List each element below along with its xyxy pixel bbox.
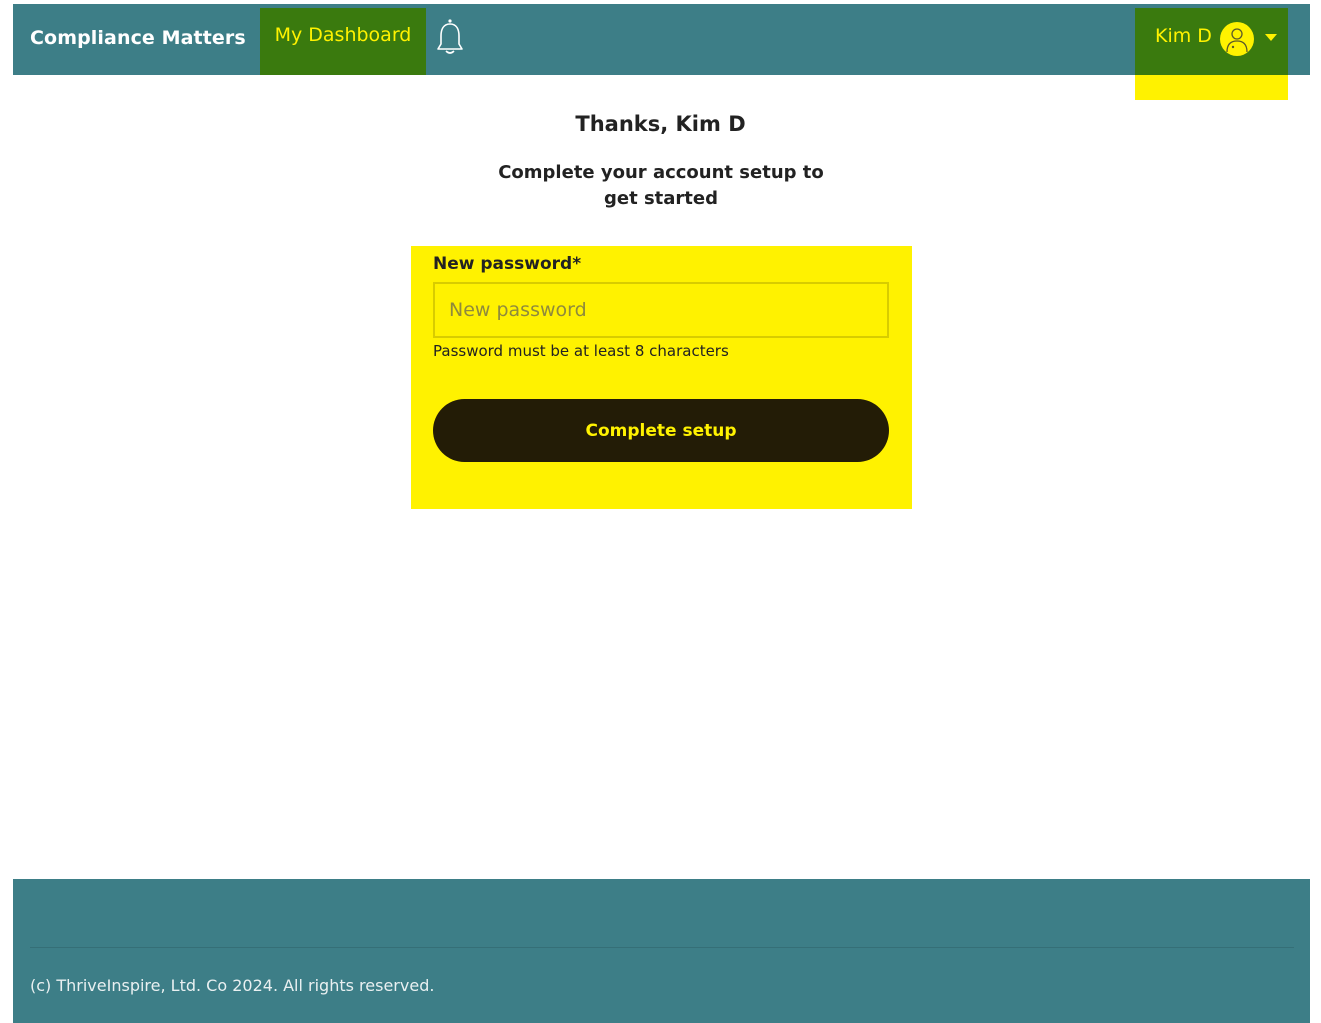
new-password-input[interactable] — [433, 282, 889, 338]
copyright-text: (c) ThriveInspire, Ltd. Co 2024. All rig… — [30, 976, 435, 995]
page-title: Thanks, Kim D — [575, 112, 746, 136]
caret-down-icon — [1265, 34, 1277, 41]
nav-my-dashboard-label: My Dashboard — [274, 24, 412, 46]
footer: (c) ThriveInspire, Ltd. Co 2024. All rig… — [13, 879, 1310, 1023]
password-hint: Password must be at least 8 characters — [433, 342, 729, 360]
page: Compliance Matters My Dashboard Kim D Th… — [0, 0, 1321, 1023]
user-menu-button[interactable]: Kim D — [1135, 8, 1288, 75]
brand-name[interactable]: Compliance Matters — [30, 4, 246, 75]
user-menu-highlight — [1135, 75, 1288, 100]
user-avatar-icon — [1220, 22, 1254, 56]
user-name: Kim D — [1155, 25, 1212, 47]
complete-setup-button[interactable]: Complete setup — [433, 399, 889, 462]
footer-divider — [30, 947, 1294, 948]
notifications-button[interactable] — [436, 18, 464, 56]
setup-form: New password* Password must be at least … — [411, 246, 912, 509]
password-label: New password* — [433, 254, 582, 274]
nav-my-dashboard[interactable]: My Dashboard — [260, 8, 426, 75]
bell-icon — [437, 19, 463, 54]
top-navbar: Compliance Matters My Dashboard Kim D — [13, 4, 1310, 75]
page-subtitle: Complete your account setup to get start… — [498, 162, 824, 209]
